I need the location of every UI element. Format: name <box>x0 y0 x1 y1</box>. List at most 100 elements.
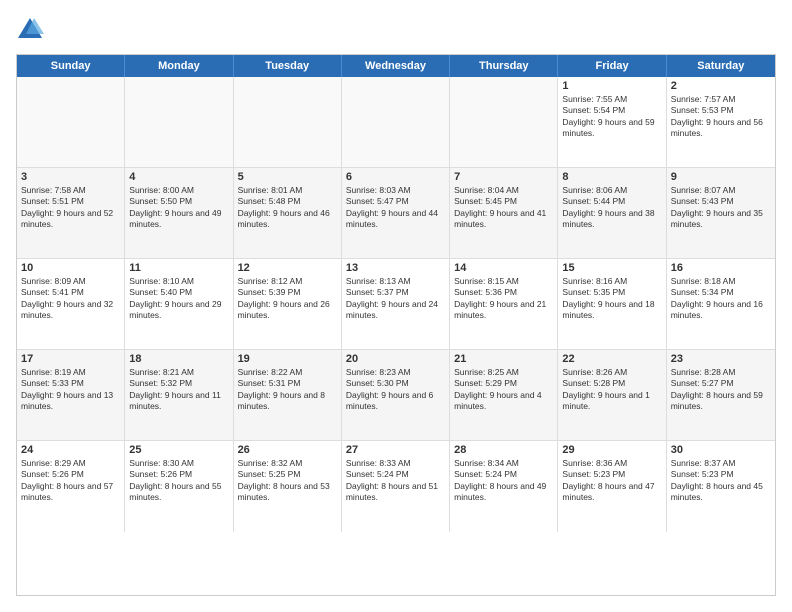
day-number: 2 <box>671 80 771 92</box>
day-content: Sunrise: 7:58 AM Sunset: 5:51 PM Dayligh… <box>21 185 120 231</box>
day-content: Sunrise: 8:29 AM Sunset: 5:26 PM Dayligh… <box>21 458 120 504</box>
day-cell-18: 18 Sunrise: 8:21 AM Sunset: 5:32 PM Dayli… <box>125 350 233 440</box>
day-cell-12: 12Sunrise: 8:12 AM Sunset: 5:39 PM Dayli… <box>234 259 342 349</box>
calendar-row-3: 10 Sunrise: 8:09 AM Sunset: 5:41 PM Dayli… <box>17 259 775 350</box>
day-number: 27 <box>346 444 445 456</box>
day-content: Sunrise: 8:30 AM Sunset: 5:26 PM Dayligh… <box>129 458 228 504</box>
day-cell-22: 22 Sunrise: 8:26 AM Sunset: 5:28 PM Dayli… <box>558 350 666 440</box>
day-content: Sunrise: 8:04 AM Sunset: 5:45 PM Dayligh… <box>454 185 553 231</box>
day-number: 28 <box>454 444 553 456</box>
calendar-body: 1 Sunrise: 7:55 AM Sunset: 5:54 PM Daylig… <box>17 77 775 532</box>
day-number: 30 <box>671 444 771 456</box>
day-content: Sunrise: 8:07 AM Sunset: 5:43 PM Dayligh… <box>671 185 771 231</box>
day-content: Sunrise: 8:36 AM Sunset: 5:23 PM Dayligh… <box>562 458 661 504</box>
day-content: Sunrise: 8:09 AM Sunset: 5:41 PM Dayligh… <box>21 276 120 322</box>
day-content: Sunrise: 8:37 AM Sunset: 5:23 PM Dayligh… <box>671 458 771 504</box>
day-cell-25: 25 Sunrise: 8:30 AM Sunset: 5:26 PM Dayli… <box>125 441 233 532</box>
empty-cell <box>125 77 233 167</box>
day-content: Sunrise: 8:03 AM Sunset: 5:47 PM Dayligh… <box>346 185 445 231</box>
day-content: Sunrise: 8:34 AM Sunset: 5:24 PM Dayligh… <box>454 458 553 504</box>
calendar-row-1: 1 Sunrise: 7:55 AM Sunset: 5:54 PM Daylig… <box>17 77 775 168</box>
calendar-row-5: 24 Sunrise: 8:29 AM Sunset: 5:26 PM Dayli… <box>17 441 775 532</box>
day-number: 29 <box>562 444 661 456</box>
header-day-wednesday: Wednesday <box>342 55 450 77</box>
day-cell-11: 11 Sunrise: 8:10 AM Sunset: 5:40 PM Dayli… <box>125 259 233 349</box>
day-number: 16 <box>671 262 771 274</box>
day-content: Sunrise: 8:18 AM Sunset: 5:34 PM Dayligh… <box>671 276 771 322</box>
day-number: 10 <box>21 262 120 274</box>
day-number: 12 <box>238 262 337 274</box>
day-number: 5 <box>238 171 337 183</box>
day-cell-8: 8 Sunrise: 8:06 AM Sunset: 5:44 PM Daylig… <box>558 168 666 258</box>
day-cell-9: 9 Sunrise: 8:07 AM Sunset: 5:43 PM Daylig… <box>667 168 775 258</box>
empty-cell <box>342 77 450 167</box>
day-number: 13 <box>346 262 445 274</box>
day-content: Sunrise: 8:00 AM Sunset: 5:50 PM Dayligh… <box>129 185 228 231</box>
day-number: 15 <box>562 262 661 274</box>
header-day-thursday: Thursday <box>450 55 558 77</box>
day-content: Sunrise: 8:10 AM Sunset: 5:40 PM Dayligh… <box>129 276 228 322</box>
day-number: 21 <box>454 353 553 365</box>
day-number: 25 <box>129 444 228 456</box>
calendar-row-2: 3 Sunrise: 7:58 AM Sunset: 5:51 PM Daylig… <box>17 168 775 259</box>
day-cell-24: 24 Sunrise: 8:29 AM Sunset: 5:26 PM Dayli… <box>17 441 125 532</box>
day-number: 22 <box>562 353 661 365</box>
calendar: SundayMondayTuesdayWednesdayThursdayFrid… <box>16 54 776 596</box>
day-content: Sunrise: 8:19 AM Sunset: 5:33 PM Dayligh… <box>21 367 120 413</box>
day-content: Sunrise: 8:15 AM Sunset: 5:36 PM Dayligh… <box>454 276 553 322</box>
day-number: 24 <box>21 444 120 456</box>
day-cell-16: 16 Sunrise: 8:18 AM Sunset: 5:34 PM Dayli… <box>667 259 775 349</box>
day-cell-4: 4 Sunrise: 8:00 AM Sunset: 5:50 PM Daylig… <box>125 168 233 258</box>
header-day-monday: Monday <box>125 55 233 77</box>
day-content: Sunrise: 7:57 AM Sunset: 5:53 PM Dayligh… <box>671 94 771 140</box>
day-number: 17 <box>21 353 120 365</box>
day-content: Sunrise: 8:33 AM Sunset: 5:24 PM Dayligh… <box>346 458 445 504</box>
day-cell-28: 28 Sunrise: 8:34 AM Sunset: 5:24 PM Dayli… <box>450 441 558 532</box>
day-cell-26: 26 Sunrise: 8:32 AM Sunset: 5:25 PM Dayli… <box>234 441 342 532</box>
logo <box>16 16 48 44</box>
day-cell-20: 20Sunrise: 8:23 AM Sunset: 5:30 PM Dayli… <box>342 350 450 440</box>
day-cell-2: 2 Sunrise: 7:57 AM Sunset: 5:53 PM Daylig… <box>667 77 775 167</box>
day-cell-3: 3 Sunrise: 7:58 AM Sunset: 5:51 PM Daylig… <box>17 168 125 258</box>
day-cell-23: 23 Sunrise: 8:28 AM Sunset: 5:27 PM Dayli… <box>667 350 775 440</box>
day-number: 1 <box>562 80 661 92</box>
day-number: 11 <box>129 262 228 274</box>
header-day-tuesday: Tuesday <box>234 55 342 77</box>
day-content: Sunrise: 8:21 AM Sunset: 5:32 PM Dayligh… <box>129 367 228 413</box>
header-day-friday: Friday <box>558 55 666 77</box>
day-number: 19 <box>238 353 337 365</box>
day-number: 4 <box>129 171 228 183</box>
day-number: 26 <box>238 444 337 456</box>
day-content: Sunrise: 8:28 AM Sunset: 5:27 PM Dayligh… <box>671 367 771 413</box>
page-header <box>16 16 776 44</box>
empty-cell <box>17 77 125 167</box>
day-number: 14 <box>454 262 553 274</box>
day-cell-17: 17 Sunrise: 8:19 AM Sunset: 5:33 PM Dayli… <box>17 350 125 440</box>
calendar-row-4: 17 Sunrise: 8:19 AM Sunset: 5:33 PM Dayli… <box>17 350 775 441</box>
day-number: 8 <box>562 171 661 183</box>
empty-cell <box>234 77 342 167</box>
day-cell-19: 19 Sunrise: 8:22 AM Sunset: 5:31 PM Dayli… <box>234 350 342 440</box>
day-content: Sunrise: 8:32 AM Sunset: 5:25 PM Dayligh… <box>238 458 337 504</box>
day-cell-30: 30 Sunrise: 8:37 AM Sunset: 5:23 PM Dayli… <box>667 441 775 532</box>
day-cell-7: 7 Sunrise: 8:04 AM Sunset: 5:45 PM Daylig… <box>450 168 558 258</box>
header-day-sunday: Sunday <box>17 55 125 77</box>
day-content: Sunrise: 8:13 AM Sunset: 5:37 PM Dayligh… <box>346 276 445 322</box>
day-content: Sunrise: 8:22 AM Sunset: 5:31 PM Dayligh… <box>238 367 337 413</box>
day-number: 23 <box>671 353 771 365</box>
day-content: Sunrise: 8:01 AM Sunset: 5:48 PM Dayligh… <box>238 185 337 231</box>
day-content: Sunrise: 7:55 AM Sunset: 5:54 PM Dayligh… <box>562 94 661 140</box>
day-cell-13: 13 Sunrise: 8:13 AM Sunset: 5:37 PM Dayli… <box>342 259 450 349</box>
day-content: Sunrise: 8:16 AM Sunset: 5:35 PM Dayligh… <box>562 276 661 322</box>
day-cell-14: 14 Sunrise: 8:15 AM Sunset: 5:36 PM Dayli… <box>450 259 558 349</box>
day-content: Sunrise: 8:26 AM Sunset: 5:28 PM Dayligh… <box>562 367 661 413</box>
day-cell-27: 27 Sunrise: 8:33 AM Sunset: 5:24 PM Dayli… <box>342 441 450 532</box>
day-number: 18 <box>129 353 228 365</box>
day-cell-21: 21Sunrise: 8:25 AM Sunset: 5:29 PM Dayli… <box>450 350 558 440</box>
logo-icon <box>16 16 44 44</box>
day-content: Sunrise: 8:06 AM Sunset: 5:44 PM Dayligh… <box>562 185 661 231</box>
day-number: 3 <box>21 171 120 183</box>
day-cell-1: 1 Sunrise: 7:55 AM Sunset: 5:54 PM Daylig… <box>558 77 666 167</box>
day-number: 7 <box>454 171 553 183</box>
day-number: 9 <box>671 171 771 183</box>
